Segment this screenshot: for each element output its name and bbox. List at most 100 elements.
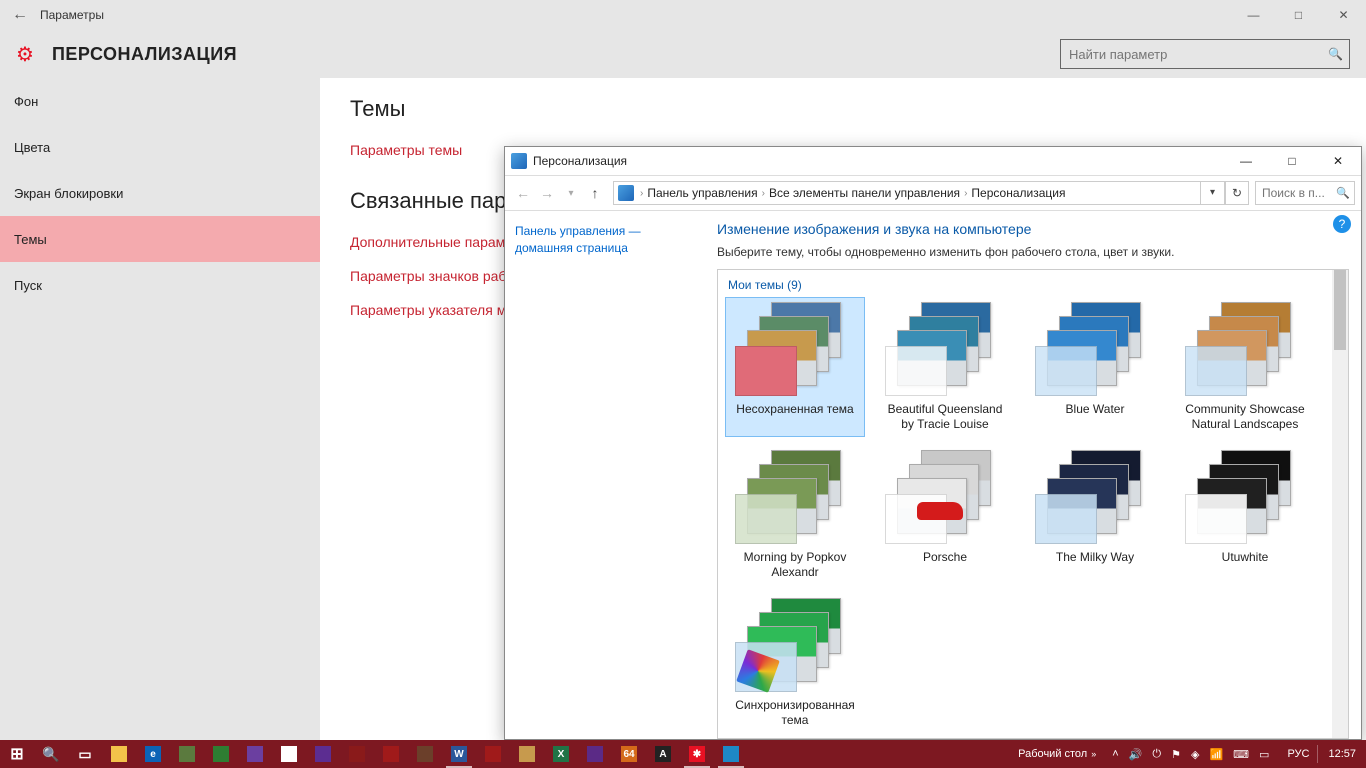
content-heading-themes: Темы <box>350 96 1336 122</box>
theme-tile[interactable]: Morning by Popkov Alexandr <box>726 446 864 584</box>
page-title: ПЕРСОНАЛИЗАЦИЯ <box>52 44 237 65</box>
search-icon: 🔍 <box>1328 47 1343 61</box>
taskbar-item-app4[interactable] <box>408 740 442 768</box>
taskbar-item-app7[interactable] <box>578 740 612 768</box>
search-box[interactable]: 🔍 <box>1060 39 1350 69</box>
volume-icon[interactable]: 🔊 <box>1129 748 1143 761</box>
theme-tile[interactable]: Blue Water <box>1026 298 1164 436</box>
minimize-button[interactable]: — <box>1231 0 1276 30</box>
taskbar-item-app5[interactable] <box>476 740 510 768</box>
theme-tile[interactable]: Utuwhite <box>1176 446 1314 584</box>
taskbar-item-chrome[interactable] <box>272 740 306 768</box>
theme-thumbnail <box>885 302 1005 398</box>
theme-thumbnail <box>1185 302 1305 398</box>
taskbar-item-taskview[interactable]: ▭ <box>68 740 102 768</box>
taskbar-item-start[interactable]: ⊞ <box>0 740 34 768</box>
search-icon: 🔍 <box>1336 187 1350 200</box>
taskbar-item-word[interactable]: W <box>442 740 476 768</box>
control-panel-window[interactable]: Персонализация — □ ✕ ← → ▾ ↑ › Панель уп… <box>504 146 1362 740</box>
tray-icon[interactable]: ⏻ <box>1152 748 1161 761</box>
nav-forward-icon[interactable]: → <box>535 185 559 201</box>
taskbar-item-app3[interactable] <box>340 740 374 768</box>
input-lang[interactable]: РУС <box>1279 748 1317 760</box>
wifi-icon[interactable]: 📶 <box>1209 748 1223 761</box>
theme-tile[interactable]: The Milky Way <box>1026 446 1164 584</box>
close-button[interactable]: ✕ <box>1321 0 1366 30</box>
help-icon[interactable]: ? <box>1333 215 1351 233</box>
settings-titlebar: ← Параметры — □ ✕ <box>0 0 1366 30</box>
sidebar-item[interactable]: Пуск <box>0 262 320 308</box>
theme-tile[interactable]: Beautiful Queensland by Tracie Louise <box>876 298 1014 436</box>
taskbar-item-store[interactable] <box>170 740 204 768</box>
cp-minimize-button[interactable]: — <box>1223 147 1269 175</box>
nav-back-icon[interactable]: ← <box>511 185 535 201</box>
breadcrumb[interactable]: Панель управления <box>647 186 757 200</box>
cp-navbar: ← → ▾ ↑ › Панель управления › Все элемен… <box>505 175 1361 211</box>
taskbar-item-excel[interactable]: X <box>544 740 578 768</box>
theme-tile[interactable]: Community Showcase Natural Landscapes <box>1176 298 1314 436</box>
clock[interactable]: 12:57 <box>1318 748 1366 760</box>
tray-up-icon[interactable]: ˄ <box>1112 748 1118 760</box>
theme-thumbnail <box>735 302 855 398</box>
sidebar-item[interactable]: Цвета <box>0 124 320 170</box>
theme-tile[interactable]: Несохраненная тема <box>726 298 864 436</box>
sidebar-item[interactable]: Фон <box>0 78 320 124</box>
refresh-icon[interactable]: ↻ <box>1225 181 1249 205</box>
sidebar-item[interactable]: Экран блокировки <box>0 170 320 216</box>
address-bar[interactable]: › Панель управления › Все элементы панел… <box>613 181 1201 205</box>
taskbar-item-app2[interactable] <box>238 740 272 768</box>
cp-maximize-button[interactable]: □ <box>1269 147 1315 175</box>
keyboard-icon[interactable]: ⌨ <box>1233 748 1249 761</box>
breadcrumb[interactable]: Персонализация <box>971 186 1065 200</box>
sidebar-item[interactable]: Темы <box>0 216 320 262</box>
nav-recent-icon[interactable]: ▾ <box>559 188 583 199</box>
system-tray: ˄ 🔊 ⏻ ⚑ ◈ 📶 ⌨ ▭ <box>1102 748 1279 761</box>
themes-box: Мои темы (9) Несохраненная тема Beautiful… <box>717 269 1349 739</box>
link-cp-home[interactable]: Панель управления — домашняя страница <box>515 223 695 257</box>
theme-thumbnail <box>735 598 855 694</box>
cp-app-icon <box>511 153 527 169</box>
theme-label: Синхронизированная тема <box>730 698 860 728</box>
network-icon[interactable]: ◈ <box>1191 748 1199 761</box>
cp-title: Персонализация <box>533 154 627 168</box>
theme-label: Morning by Popkov Alexandr <box>730 550 860 580</box>
settings-header: ⚙ ПЕРСОНАЛИЗАЦИЯ 🔍 <box>0 30 1366 78</box>
scrollbar[interactable] <box>1332 270 1348 738</box>
breadcrumb[interactable]: Все элементы панели управления <box>769 186 960 200</box>
taskbar-item-calc[interactable] <box>374 740 408 768</box>
cp-search-box[interactable]: 🔍 <box>1255 181 1355 205</box>
back-button[interactable]: ← <box>0 6 40 24</box>
theme-thumbnail <box>1035 450 1155 546</box>
taskbar-item-x64[interactable]: 64 <box>612 740 646 768</box>
taskbar-item-cpanel[interactable] <box>714 740 748 768</box>
theme-tile[interactable]: Синхронизированная тема <box>726 594 864 732</box>
tray-icon[interactable]: ⚑ <box>1171 748 1181 761</box>
theme-thumbnail <box>885 450 1005 546</box>
taskbar-item-app1[interactable] <box>204 740 238 768</box>
theme-label: Beautiful Queensland by Tracie Louise <box>880 402 1010 432</box>
taskbar-item-app6[interactable] <box>510 740 544 768</box>
cp-main-pane: ? Изменение изображения и звука на компь… <box>705 211 1361 739</box>
desktop-label: Рабочий стол <box>1018 748 1087 760</box>
theme-thumbnail <box>1035 302 1155 398</box>
taskbar-item-edge[interactable]: e <box>136 740 170 768</box>
cp-close-button[interactable]: ✕ <box>1315 147 1361 175</box>
search-input[interactable] <box>1061 40 1349 68</box>
address-dropdown-icon[interactable]: ▾ <box>1201 181 1225 205</box>
cp-titlebar[interactable]: Персонализация — □ ✕ <box>505 147 1361 175</box>
scrollbar-thumb[interactable] <box>1334 270 1346 350</box>
action-center-icon[interactable]: ▭ <box>1259 748 1269 761</box>
themes-group-label: Мои темы (9) <box>728 278 1330 292</box>
nav-up-icon[interactable]: ↑ <box>583 185 607 201</box>
theme-label: Porsche <box>923 550 967 565</box>
taskbar-item-settings[interactable]: ✱ <box>680 740 714 768</box>
taskbar-item-vs[interactable] <box>306 740 340 768</box>
taskbar-item-explorer[interactable] <box>102 740 136 768</box>
taskbar-item-appA[interactable]: A <box>646 740 680 768</box>
theme-label: Несохраненная тема <box>736 402 853 417</box>
maximize-button[interactable]: □ <box>1276 0 1321 30</box>
theme-tile[interactable]: Porsche <box>876 446 1014 584</box>
show-desktop-text[interactable]: Рабочий стол » <box>1012 740 1102 768</box>
gear-icon: ⚙ <box>16 42 34 67</box>
taskbar-item-search[interactable]: 🔍 <box>34 740 68 768</box>
